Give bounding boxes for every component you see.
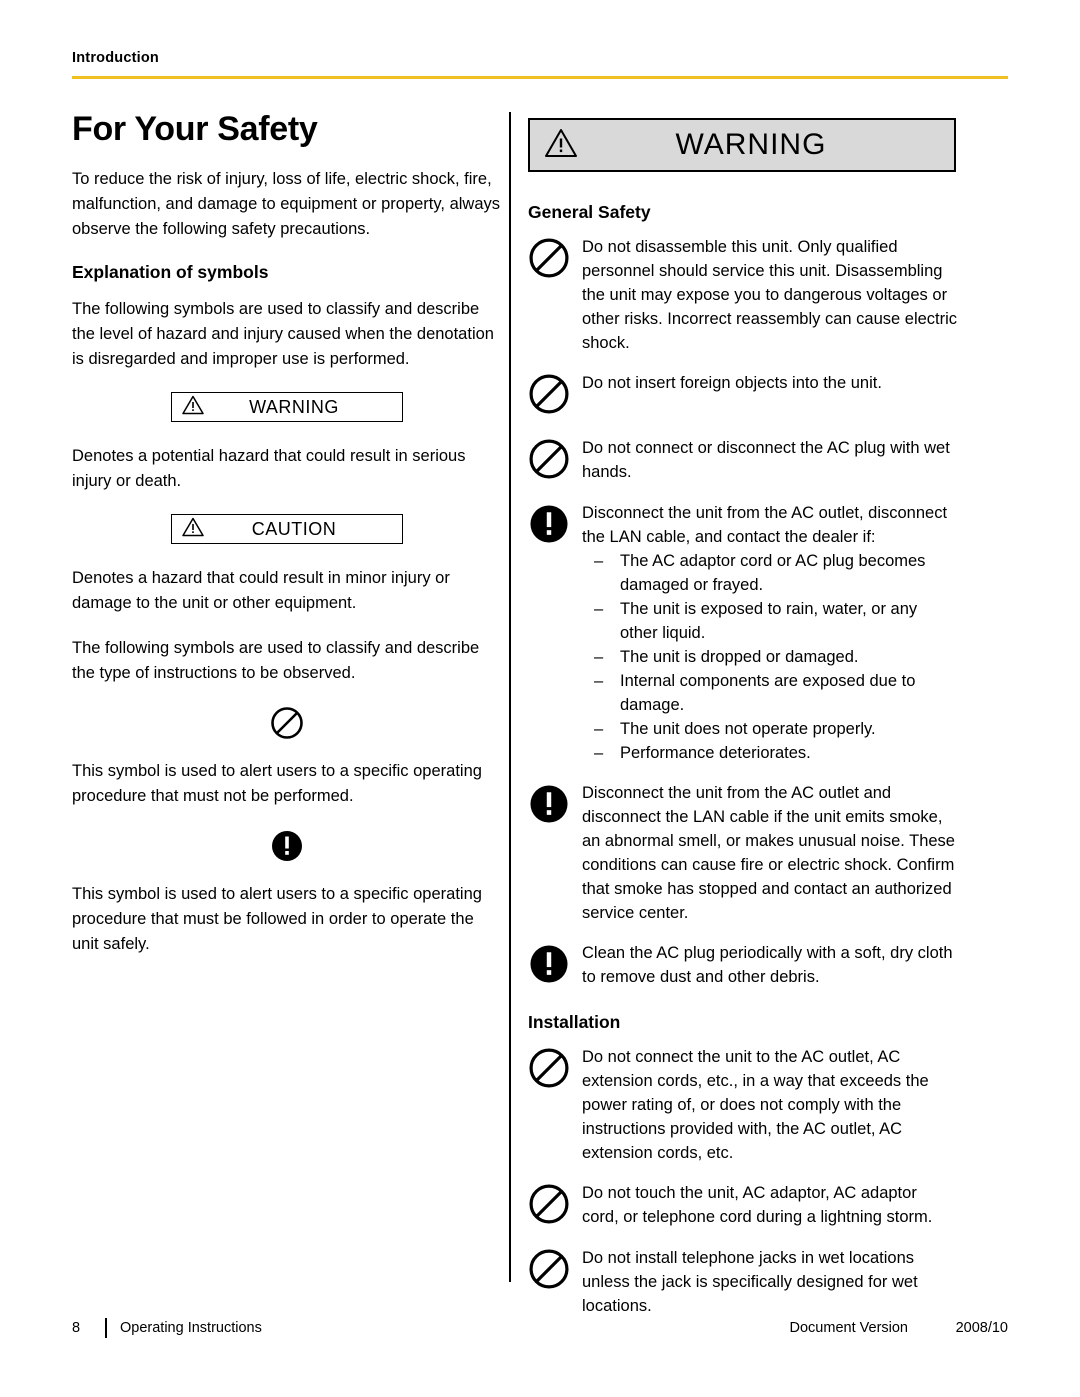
prohibition-icon	[528, 1045, 582, 1165]
prohibition-icon	[528, 371, 582, 420]
warning-banner-text: WARNING	[675, 128, 827, 161]
general-safety-item-text: Clean the AC plug periodically with a so…	[582, 944, 953, 986]
prohibition-symbol-block	[72, 706, 502, 745]
list-item: Performance deteriorates.	[582, 741, 958, 765]
general-safety-item-text: Do not insert foreign objects into the u…	[582, 374, 882, 392]
page-title: For Your Safety	[72, 110, 318, 148]
general-safety-item: Do not insert foreign objects into the u…	[528, 371, 958, 420]
left-column: For Your Safety To reduce the risk of in…	[72, 110, 502, 977]
header-rule	[72, 76, 1008, 79]
general-safety-item: Disconnect the unit from the AC outlet, …	[528, 501, 958, 765]
caution-description: Denotes a hazard that could result in mi…	[72, 569, 450, 612]
mandatory-icon	[528, 941, 582, 990]
general-safety-item-text: Do not connect or disconnect the AC plug…	[582, 439, 950, 481]
explanation-heading: Explanation of symbols	[72, 262, 269, 282]
right-column: WARNING General Safety Do not disassembl…	[528, 118, 958, 1334]
warning-banner: WARNING	[528, 118, 956, 172]
list-item: The unit does not operate properly.	[582, 717, 958, 741]
installation-heading: Installation	[528, 1012, 621, 1032]
general-safety-item: Do not disassemble this unit. Only quali…	[528, 235, 958, 355]
footer-divider	[105, 1318, 107, 1338]
list-item: The AC adaptor cord or AC plug becomes d…	[582, 549, 958, 597]
general-safety-item-body: Disconnect the unit from the AC outlet, …	[582, 501, 958, 765]
mandatory-symbol-block	[72, 829, 502, 868]
installation-item: Do not connect the unit to the AC outlet…	[528, 1045, 958, 1165]
header-section-label: Introduction	[72, 50, 159, 66]
installation-item-text: Do not touch the unit, AC adaptor, AC ad…	[582, 1184, 933, 1226]
general-safety-item: Clean the AC plug periodically with a so…	[528, 941, 958, 990]
footer-document-version-label: Document Version	[789, 1320, 908, 1336]
general-safety-item-text: Disconnect the unit from the AC outlet, …	[582, 504, 948, 546]
prohibition-icon	[528, 436, 582, 485]
caution-label-text: CAUTION	[251, 518, 337, 539]
warning-description: Denotes a potential hazard that could re…	[72, 447, 466, 490]
installation-item-text: Do not install telephone jacks in wet lo…	[582, 1249, 918, 1315]
warning-triangle-icon	[182, 395, 204, 420]
general-safety-item: Disconnect the unit from the AC outlet a…	[528, 781, 958, 925]
general-safety-item-text: Do not disassemble this unit. Only quali…	[582, 238, 958, 352]
installation-item: Do not touch the unit, AC adaptor, AC ad…	[528, 1181, 958, 1230]
prohibition-icon	[528, 235, 582, 355]
footer-document-name: Operating Instructions	[120, 1320, 262, 1336]
explanation-paragraph: The following symbols are used to classi…	[72, 300, 494, 368]
warning-label-text: WARNING	[249, 396, 339, 417]
footer-page-number: 8	[72, 1320, 81, 1336]
list-item: The unit is exposed to rain, water, or a…	[582, 597, 958, 645]
installation-item-text: Do not connect the unit to the AC outlet…	[582, 1048, 929, 1162]
warning-label-box: WARNING	[171, 392, 403, 422]
caution-label-box: CAUTION	[171, 514, 403, 544]
prohibition-description: This symbol is used to alert users to a …	[72, 762, 482, 805]
prohibition-icon	[271, 707, 303, 739]
general-safety-item-text: Disconnect the unit from the AC outlet a…	[582, 784, 955, 922]
list-item: Internal components are exposed due to d…	[582, 669, 958, 717]
general-safety-item: Do not connect or disconnect the AC plug…	[528, 436, 958, 485]
prohibition-icon	[528, 1246, 582, 1318]
list-item: The unit is dropped or damaged.	[582, 645, 958, 669]
mandatory-icon	[528, 501, 582, 765]
caution-triangle-icon	[182, 517, 204, 542]
page-header: Introduction	[72, 50, 1008, 79]
footer-document-version-value: 2008/10	[955, 1320, 1008, 1336]
intro-paragraph: To reduce the risk of injury, loss of li…	[72, 170, 501, 238]
mandatory-icon	[528, 781, 582, 925]
mandatory-description: This symbol is used to alert users to a …	[72, 885, 482, 953]
dealer-condition-list: The AC adaptor cord or AC plug becomes d…	[582, 549, 958, 765]
document-page: Introduction For Your Safety To reduce t…	[0, 0, 1080, 1397]
symbols-paragraph: The following symbols are used to classi…	[72, 639, 480, 682]
installation-item: Do not install telephone jacks in wet lo…	[528, 1246, 958, 1318]
column-divider	[509, 112, 511, 1282]
mandatory-icon	[272, 831, 302, 861]
general-safety-heading: General Safety	[528, 202, 651, 222]
prohibition-icon	[528, 1181, 582, 1230]
warning-banner-triangle-icon	[544, 128, 578, 163]
